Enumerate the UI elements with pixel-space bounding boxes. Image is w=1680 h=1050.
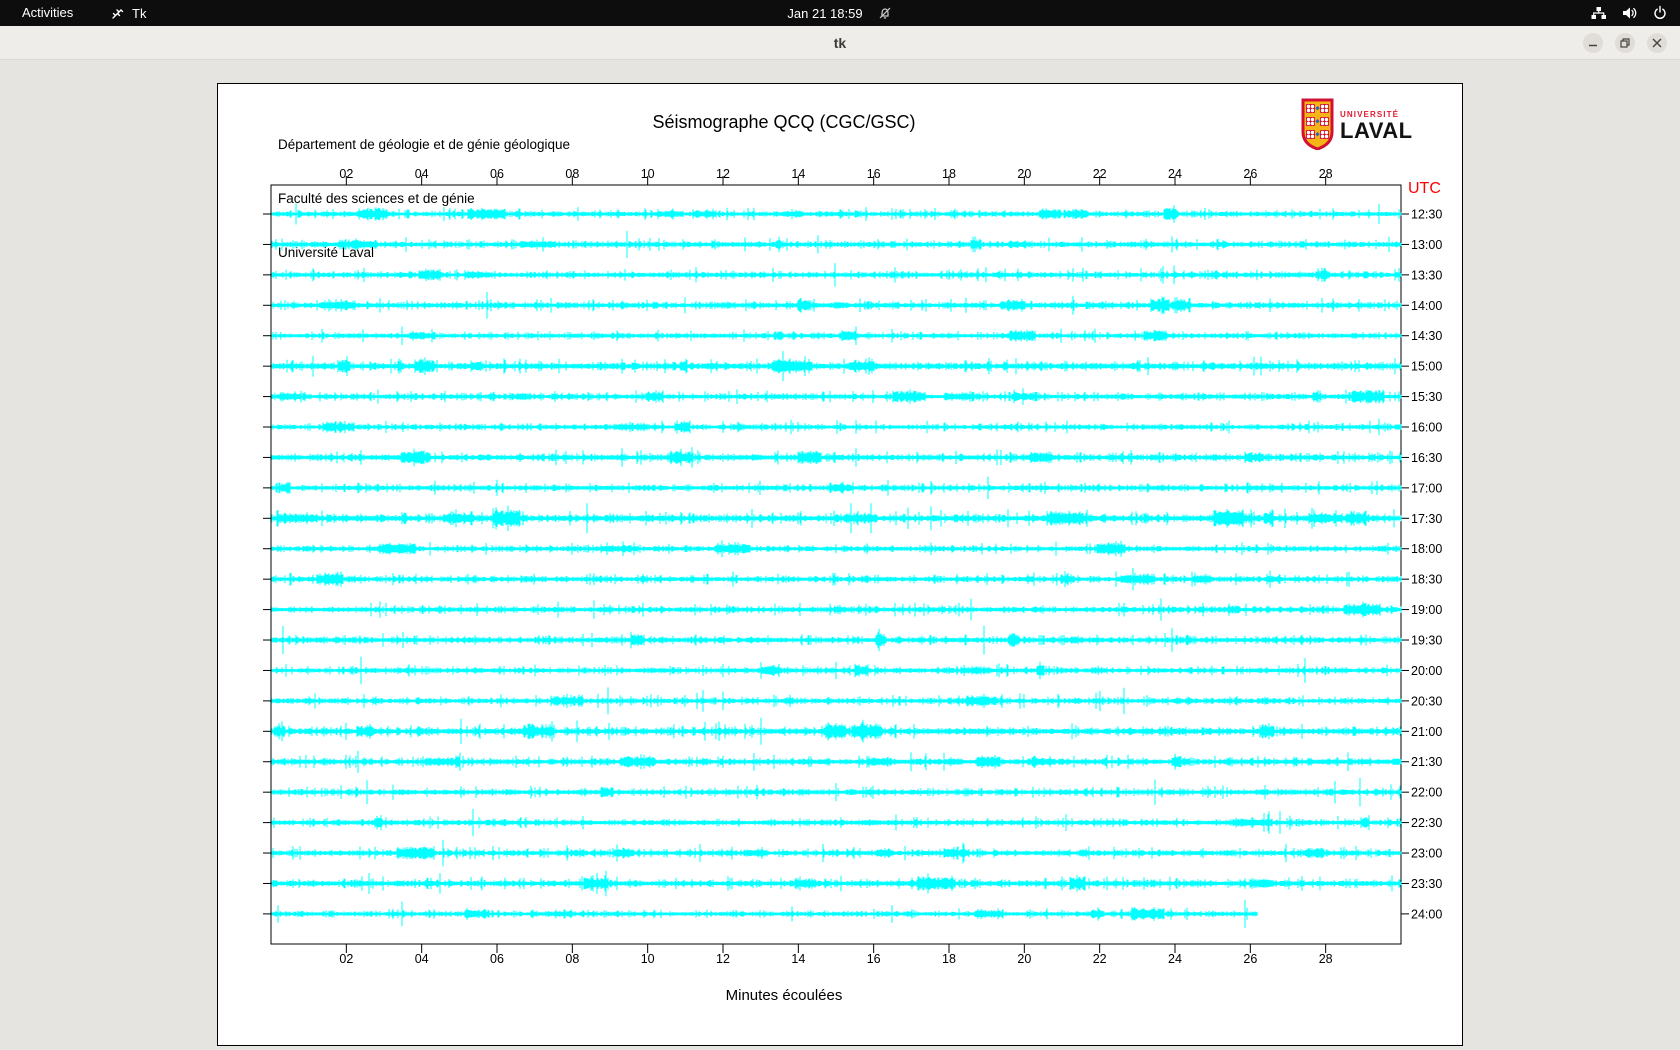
activities-button[interactable]: Activities	[18, 0, 77, 26]
row-time-label: 20:00	[1411, 664, 1442, 678]
x-tick-label-bottom: 12	[716, 952, 730, 966]
seismograph-panel: Département de géologie et de génie géol…	[217, 83, 1463, 1046]
seismogram-trace	[271, 292, 1402, 319]
x-tick-label-bottom: 26	[1243, 952, 1257, 966]
x-tick-label-top: 18	[942, 167, 956, 181]
row-time-label: 19:00	[1411, 603, 1442, 617]
seismogram-trace	[271, 839, 1402, 867]
x-tick-label-bottom: 14	[791, 952, 805, 966]
window-content: Département de géologie et de génie géol…	[0, 60, 1680, 1050]
x-tick-label-top: 16	[867, 167, 881, 181]
row-time-label: 24:00	[1411, 907, 1442, 921]
row-time-label: 14:00	[1411, 299, 1442, 313]
bell-slash-icon	[877, 5, 893, 21]
row-time-label: 14:30	[1411, 329, 1442, 343]
x-axis-label: Minutes écoulées	[725, 987, 843, 1004]
seismogram-trace	[271, 567, 1402, 591]
seismogram-trace	[271, 598, 1402, 621]
screen: Activities Tk Jan 21 18:59 tk Départemen…	[0, 0, 1680, 1050]
row-time-label: 18:30	[1411, 573, 1442, 587]
x-tick-label-bottom: 24	[1168, 952, 1182, 966]
x-tick-label-top: 06	[490, 167, 504, 181]
seismogram-trace	[271, 870, 1402, 897]
x-tick-label-bottom: 18	[942, 952, 956, 966]
x-tick-label-bottom: 10	[641, 952, 655, 966]
x-tick-label-bottom: 28	[1319, 952, 1333, 966]
volume-icon	[1621, 5, 1638, 21]
close-button[interactable]	[1647, 33, 1667, 53]
row-time-label: 19:30	[1411, 634, 1442, 648]
x-tick-label-top: 10	[641, 167, 655, 181]
seismogram-trace	[271, 717, 1402, 745]
x-tick-label-top: 14	[791, 167, 805, 181]
x-tick-label-top: 28	[1319, 167, 1333, 181]
network-icon	[1590, 5, 1607, 21]
row-time-label: 16:00	[1411, 421, 1442, 435]
focused-app-name: Tk	[132, 5, 147, 21]
row-time-label: 12:30	[1411, 208, 1442, 222]
x-tick-label-bottom: 22	[1093, 952, 1107, 966]
row-time-label: 16:30	[1411, 451, 1442, 465]
seismogram-trace	[271, 476, 1402, 500]
seismogram-trace	[271, 326, 1402, 345]
x-tick-label-top: 22	[1093, 167, 1107, 181]
seismogram-trace	[271, 418, 1402, 436]
system-status-area[interactable]	[1590, 0, 1668, 26]
seismogram-trace	[271, 388, 1402, 405]
row-time-label: 22:00	[1411, 786, 1442, 800]
gnome-top-bar: Activities Tk Jan 21 18:59	[0, 0, 1680, 26]
row-time-label: 17:00	[1411, 481, 1442, 495]
seismogram-plot: 02 02 04 04 06 06 08 08 10 10 12 12 14 14 16 16 18 18 20 20…	[263, 167, 1442, 966]
seismogram-trace	[271, 656, 1402, 685]
row-time-label: 20:30	[1411, 694, 1442, 708]
row-time-label: 23:00	[1411, 847, 1442, 861]
utc-axis-label: UTC	[1408, 180, 1441, 197]
x-tick-label-top: 20	[1017, 167, 1031, 181]
x-tick-label-top: 24	[1168, 167, 1182, 181]
seismogram-trace	[271, 203, 1402, 225]
row-time-label: 23:30	[1411, 877, 1442, 891]
maximize-button[interactable]	[1615, 33, 1635, 53]
x-tick-label-bottom: 20	[1017, 952, 1031, 966]
seismogram-trace	[271, 809, 1402, 837]
tk-icon	[110, 6, 125, 21]
window-title: tk	[833, 35, 847, 51]
x-tick-label-bottom: 16	[867, 952, 881, 966]
seismogram-trace	[271, 503, 1402, 534]
x-tick-label-top: 12	[716, 167, 730, 181]
seismogram-trace	[271, 447, 1402, 468]
row-time-label: 15:00	[1411, 360, 1442, 374]
x-tick-label-top: 04	[415, 167, 429, 181]
clock[interactable]: Jan 21 18:59	[787, 6, 862, 21]
row-time-label: 18:00	[1411, 542, 1442, 556]
seismogram-trace	[271, 750, 1402, 773]
seismogram-trace	[271, 625, 1402, 655]
seismogram-trace	[271, 778, 1402, 807]
x-tick-label-top: 26	[1243, 167, 1257, 181]
focused-app-menu[interactable]: Tk	[110, 0, 146, 26]
x-tick-label-bottom: 04	[415, 952, 429, 966]
seismogram-trace	[271, 540, 1402, 558]
seismogram-trace	[271, 899, 1258, 928]
seismogram-trace	[271, 687, 1402, 715]
minimize-button[interactable]	[1583, 33, 1603, 53]
seismogram-trace	[271, 230, 1402, 258]
row-time-label: 22:30	[1411, 816, 1442, 830]
seismogram-trace	[271, 351, 1402, 382]
row-time-label: 21:30	[1411, 755, 1442, 769]
x-tick-label-top: 08	[565, 167, 579, 181]
row-time-label: 13:00	[1411, 238, 1442, 252]
power-icon	[1652, 5, 1668, 21]
row-time-label: 13:30	[1411, 268, 1442, 282]
x-tick-label-bottom: 08	[565, 952, 579, 966]
seismogram-trace	[271, 263, 1402, 287]
row-time-label: 21:00	[1411, 725, 1442, 739]
row-time-label: 15:30	[1411, 390, 1442, 404]
x-tick-label-top: 02	[339, 167, 353, 181]
x-tick-label-bottom: 02	[339, 952, 353, 966]
window-titlebar[interactable]: tk	[0, 26, 1680, 60]
plot-frame	[270, 184, 1402, 945]
x-tick-label-bottom: 06	[490, 952, 504, 966]
row-time-label: 17:30	[1411, 512, 1442, 526]
